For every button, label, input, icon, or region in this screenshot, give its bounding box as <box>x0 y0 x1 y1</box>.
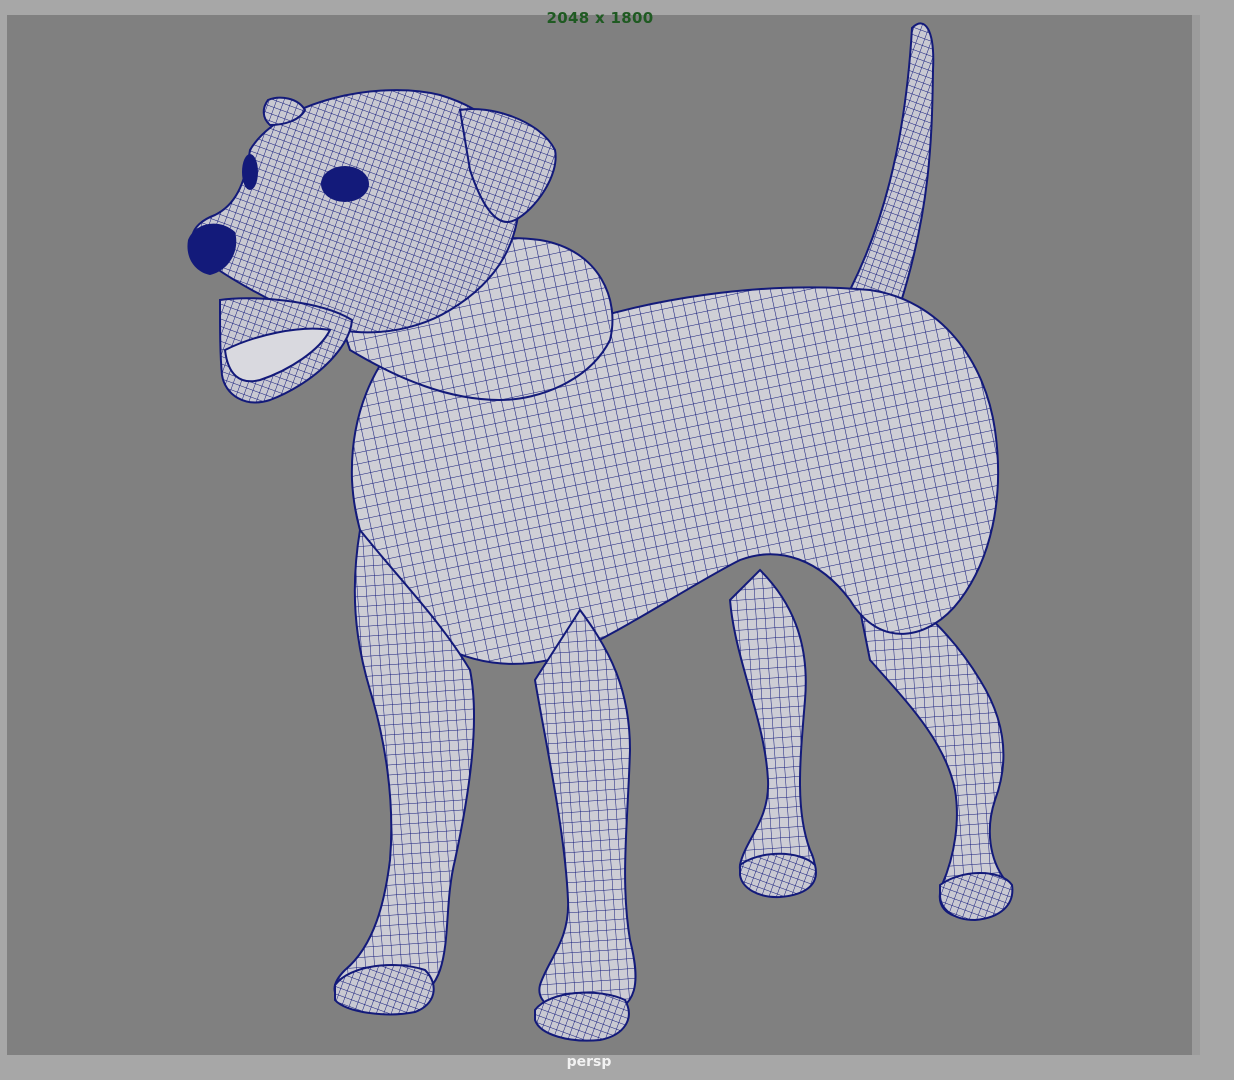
paw-back-near <box>939 872 1014 922</box>
eye-right <box>321 166 369 202</box>
front-leg-far <box>533 608 637 1017</box>
paw-front-far <box>534 991 630 1042</box>
paw-front-near <box>334 964 435 1016</box>
paw-back-far <box>739 852 817 899</box>
tail-mesh <box>848 22 935 307</box>
maya-viewport[interactable]: 2048 x 1800 persp <box>0 0 1234 1080</box>
eye-left <box>242 154 258 190</box>
back-leg-far <box>728 568 816 897</box>
dog-wireframe-model[interactable] <box>0 0 1234 1080</box>
camera-name-label: persp <box>566 1054 612 1070</box>
resolution-gate-label: 2048 x 1800 <box>546 9 654 27</box>
